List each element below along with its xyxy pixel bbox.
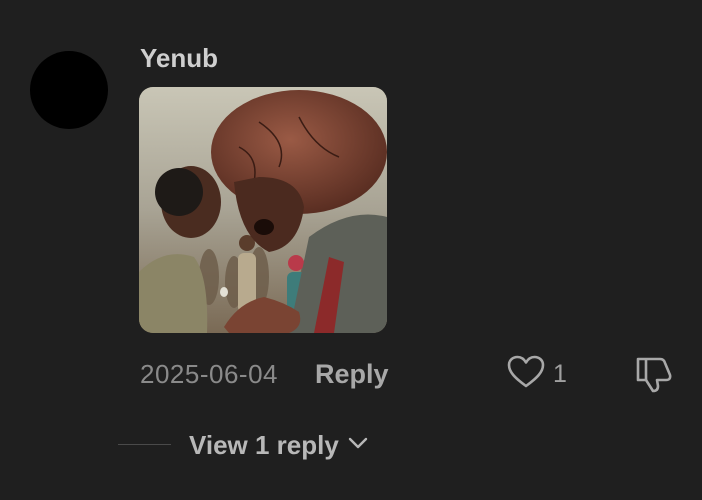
chevron-down-icon: [347, 436, 369, 455]
thumbs-down-icon: [634, 357, 674, 397]
view-replies-label: View 1 reply: [189, 429, 339, 460]
view-replies-button[interactable]: View 1 reply: [189, 427, 369, 463]
replies-divider: [118, 444, 171, 445]
comment-meta: 2025-06-04 Reply: [140, 354, 389, 394]
dislike-button[interactable]: [634, 355, 674, 393]
like-count: 1: [553, 359, 567, 388]
comment-date: 2025-06-04: [140, 358, 278, 389]
reply-button[interactable]: Reply: [315, 359, 389, 390]
like-button[interactable]: 1: [507, 355, 567, 393]
comment-card: Yenub 2025-06-04 Reply 1 View 1 reply: [0, 0, 702, 500]
avatar[interactable]: [30, 51, 108, 129]
heart-icon: [507, 355, 545, 394]
comment-author[interactable]: Yenub: [140, 42, 218, 74]
comment-image[interactable]: [139, 87, 387, 333]
